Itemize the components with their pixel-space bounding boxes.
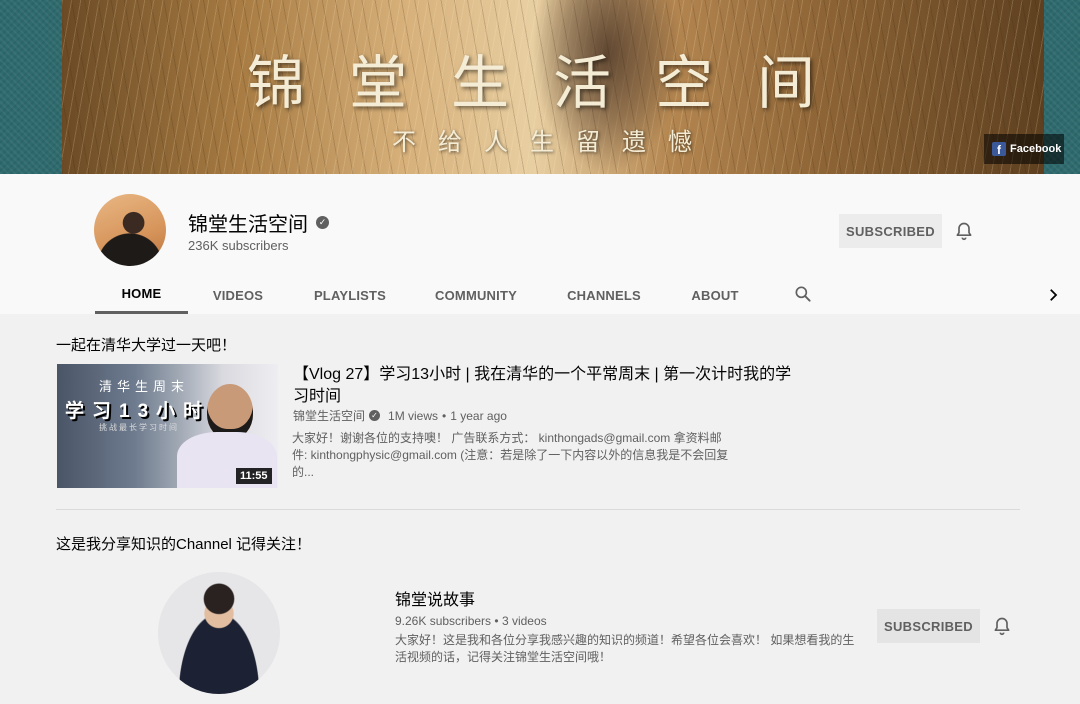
- channel-avatar[interactable]: [94, 194, 166, 266]
- section-title: 这是我分享知识的Channel 记得关注！: [56, 536, 312, 553]
- chevron-right-icon[interactable]: [1044, 286, 1062, 304]
- thumbnail-text: 学习13小时: [65, 401, 211, 422]
- tab-playlists[interactable]: PLAYLISTS: [300, 276, 400, 314]
- facebook-icon: f: [992, 142, 1006, 156]
- facebook-link-label: Facebook: [1010, 143, 1062, 155]
- section-divider: [56, 509, 1020, 510]
- featured-channel-description: 大家好！这是我和各位分享我感兴趣的知识的频道！希望各位会喜欢！ 如果想看我的生活…: [395, 633, 855, 664]
- tab-videos[interactable]: VIDEOS: [198, 276, 278, 314]
- channel-tabs: HOME VIDEOS PLAYLISTS COMMUNITY CHANNELS…: [0, 276, 1080, 314]
- banner-subtitle: 不给人生留遗憾: [392, 128, 714, 156]
- video-duration: 11:55: [236, 468, 272, 484]
- search-icon[interactable]: [793, 284, 813, 304]
- video-views: 1M views: [388, 408, 439, 423]
- subscriber-count: 236K subscribers: [188, 238, 289, 253]
- channel-name-text: 锦堂生活空间: [188, 214, 308, 236]
- channel-name: 锦堂生活空间 ✓: [188, 208, 329, 237]
- video-age: 1 year ago: [450, 408, 507, 423]
- banner-title: 锦堂生活空间: [246, 49, 859, 117]
- featured-channel-meta: 9.26K subscribers • 3 videos: [395, 614, 547, 628]
- channel-header: 锦堂生活空间 ✓ 236K subscribers SUBSCRIBED HOM…: [0, 174, 1080, 314]
- verified-icon: ✓: [369, 410, 381, 421]
- bell-icon[interactable]: [992, 615, 1012, 637]
- tab-community[interactable]: COMMUNITY: [426, 276, 526, 314]
- video-channel-name[interactable]: 锦堂生活空间: [293, 407, 365, 424]
- video-description: 大家好！谢谢各位的支持噢！ 广告联系方式： kinthongads@gmail.…: [292, 431, 729, 479]
- tab-home[interactable]: HOME: [95, 276, 188, 314]
- section-title[interactable]: 一起在清华大学过一天吧！: [56, 334, 236, 355]
- tab-about[interactable]: ABOUT: [680, 276, 750, 314]
- video-meta: 锦堂生活空间 ✓ 1M views • 1 year ago: [293, 407, 507, 424]
- home-content: 一起在清华大学过一天吧！ 清华生周末 学习13小时 挑战最长学习时间 11:55…: [0, 314, 1080, 704]
- video-title[interactable]: 【Vlog 27】学习13小时 | 我在清华的一个平常周末 | 第一次计时我的学…: [293, 364, 793, 408]
- featured-channel-subscribers: 9.26K subscribers: [395, 614, 492, 628]
- banner-image: 锦堂生活空间 不给人生留遗憾: [62, 0, 1044, 174]
- tab-channels[interactable]: CHANNELS: [560, 276, 648, 314]
- channel-banner: 锦堂生活空间 不给人生留遗憾 f Facebook: [0, 0, 1080, 174]
- bell-icon[interactable]: [954, 220, 974, 242]
- featured-subscribe-button[interactable]: SUBSCRIBED: [877, 609, 980, 643]
- subscribe-button[interactable]: SUBSCRIBED: [839, 214, 942, 248]
- thumbnail-text: 挑战最长学习时间: [99, 423, 179, 432]
- featured-channel-avatar[interactable]: [158, 572, 280, 694]
- featured-channel-name[interactable]: 锦堂说故事: [395, 586, 475, 610]
- verified-icon: ✓: [316, 216, 329, 229]
- thumbnail-text: 清华生周末: [99, 379, 190, 394]
- meta-separator: •: [442, 408, 447, 423]
- featured-channel-video-count: 3 videos: [501, 614, 547, 628]
- meta-separator: •: [494, 614, 502, 628]
- facebook-link[interactable]: f Facebook: [984, 134, 1064, 164]
